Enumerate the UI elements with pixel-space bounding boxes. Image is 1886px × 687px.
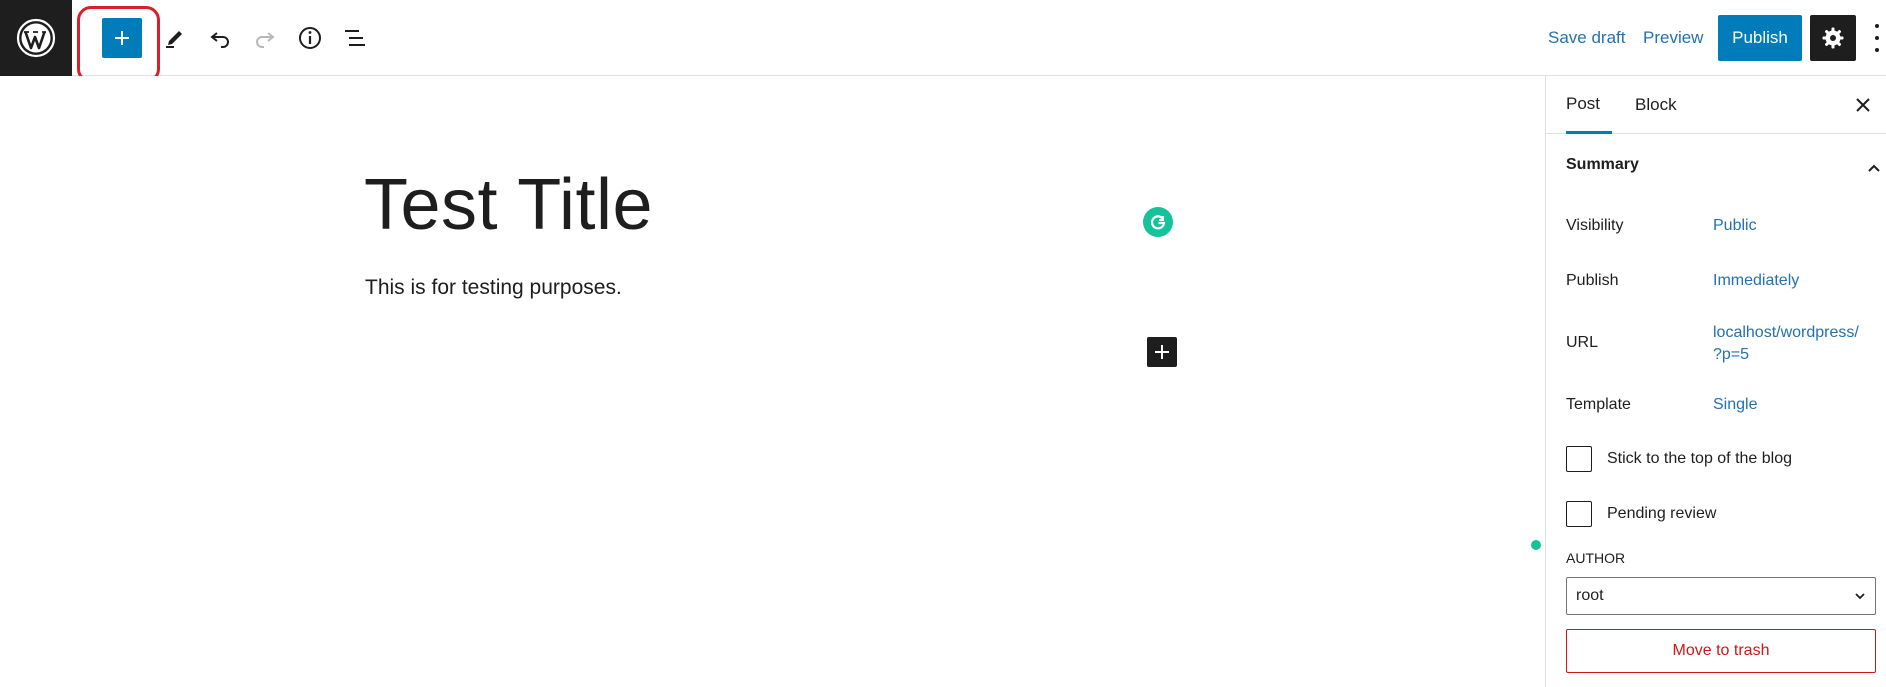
grammarly-button[interactable] xyxy=(1143,207,1173,237)
tab-post[interactable]: Post xyxy=(1566,76,1612,134)
author-heading: AUTHOR xyxy=(1566,550,1626,566)
settings-button[interactable] xyxy=(1810,15,1856,61)
info-icon xyxy=(299,27,321,49)
author-select[interactable]: root xyxy=(1566,577,1876,615)
pending-review-label[interactable]: Pending review xyxy=(1607,505,1716,523)
plus-icon xyxy=(115,31,129,45)
list-view-button[interactable] xyxy=(337,20,373,56)
editor-canvas[interactable]: Test Title This is for testing purposes. xyxy=(0,76,1545,687)
sticky-checkbox-label[interactable]: Stick to the top of the blog xyxy=(1607,450,1792,468)
post-title[interactable]: Test Title xyxy=(364,164,653,246)
preview-button[interactable]: Preview xyxy=(1643,28,1703,48)
grammarly-status-dot xyxy=(1531,540,1541,550)
pencil-icon xyxy=(166,31,182,48)
chevron-up-icon xyxy=(1868,164,1880,172)
move-to-trash-button[interactable]: Move to trash xyxy=(1566,629,1876,673)
block-inserter-button[interactable] xyxy=(102,18,142,58)
pending-review-option: Pending review xyxy=(1566,501,1716,527)
summary-panel-toggle[interactable]: Summary xyxy=(1566,156,1880,180)
sidebar-tabs: Post Block xyxy=(1546,76,1886,134)
publish-date-value[interactable]: Immediately xyxy=(1713,272,1799,290)
editor-header: Save draft Preview Publish xyxy=(0,0,1886,83)
undo-button[interactable] xyxy=(202,20,238,56)
more-options-button[interactable] xyxy=(1872,24,1882,52)
summary-heading: Summary xyxy=(1566,156,1639,173)
tab-block[interactable]: Block xyxy=(1635,76,1677,134)
undo-icon xyxy=(210,32,229,48)
gear-icon xyxy=(1822,27,1844,49)
url-value[interactable]: localhost/wordpress/ ?p=5 xyxy=(1713,322,1859,366)
plus-icon xyxy=(1155,345,1169,359)
more-vertical-icon xyxy=(1875,24,1879,28)
wordpress-logo-icon xyxy=(16,18,56,58)
close-icon xyxy=(1856,98,1870,112)
pending-review-checkbox[interactable] xyxy=(1566,501,1592,527)
template-label: Template xyxy=(1566,396,1631,413)
settings-sidebar: Post Block Summary Visibility Public Pub… xyxy=(1545,76,1886,687)
publish-label: Publish xyxy=(1566,272,1619,289)
sticky-option: Stick to the top of the blog xyxy=(1566,446,1792,472)
tools-button[interactable] xyxy=(156,20,192,56)
close-sidebar-button[interactable] xyxy=(1851,93,1875,117)
url-label: URL xyxy=(1566,334,1599,351)
wordpress-logo-button[interactable] xyxy=(0,0,72,76)
template-value[interactable]: Single xyxy=(1713,396,1757,414)
redo-icon xyxy=(256,32,275,48)
paragraph-block[interactable]: This is for testing purposes. xyxy=(365,276,622,300)
list-view-icon xyxy=(345,30,365,46)
sticky-checkbox[interactable] xyxy=(1566,446,1592,472)
visibility-value[interactable]: Public xyxy=(1713,217,1757,235)
grammarly-icon xyxy=(1150,215,1166,230)
redo-button[interactable] xyxy=(247,20,283,56)
publish-button[interactable]: Publish xyxy=(1718,15,1802,61)
chevron-down-icon xyxy=(1855,593,1865,600)
author-select-value: root xyxy=(1576,587,1604,604)
add-block-button[interactable] xyxy=(1147,337,1177,367)
details-button[interactable] xyxy=(292,20,328,56)
visibility-label: Visibility xyxy=(1566,217,1624,234)
save-draft-button[interactable]: Save draft xyxy=(1548,28,1626,48)
